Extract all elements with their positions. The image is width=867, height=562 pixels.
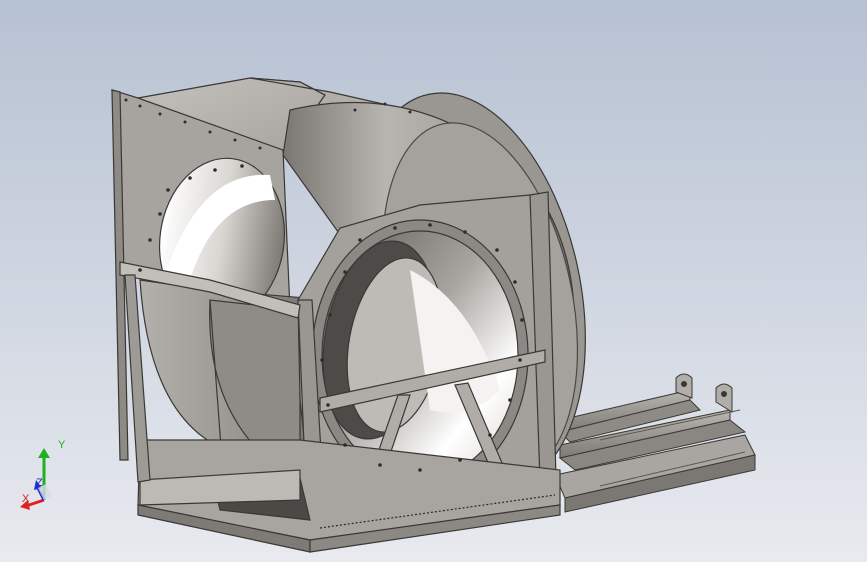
cad-viewport[interactable]: Y Z X — [0, 0, 867, 562]
y-axis-label: Y — [58, 439, 66, 451]
fan-model-render — [0, 0, 867, 562]
x-axis-label: X — [22, 493, 30, 505]
orientation-triad: Y Z X — [18, 440, 78, 512]
z-axis-label: Z — [36, 477, 43, 489]
